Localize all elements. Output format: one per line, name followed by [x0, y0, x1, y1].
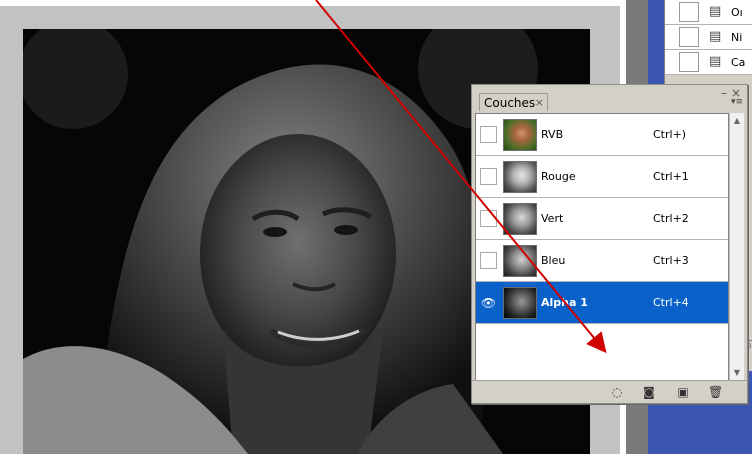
right-row-label: Ca: [731, 55, 746, 69]
channel-scrollbar[interactable]: ▲ ▼: [729, 113, 744, 381]
right-row-label: Ni: [731, 30, 743, 44]
channel-thumbnail: [503, 244, 537, 277]
channel-shortcut: Ctrl+): [653, 128, 687, 141]
mask-icon[interactable]: ◙: [642, 385, 656, 399]
channel-row-vert[interactable]: Vert Ctrl+2: [476, 198, 728, 240]
new-channel-icon[interactable]: ▣: [676, 385, 690, 399]
document-icon: ▤: [709, 54, 722, 69]
channel-list: RVB Ctrl+) Rouge Ctrl+1 Vert Ctrl+2 Bleu…: [475, 113, 729, 383]
trash-icon[interactable]: 🗑: [708, 385, 723, 399]
visibility-toggle[interactable]: [480, 126, 497, 143]
dotted-circle-icon[interactable]: ◌: [610, 385, 624, 399]
visibility-checkbox[interactable]: [679, 27, 699, 47]
visibility-checkbox[interactable]: [679, 52, 699, 72]
canvas-top-strip: [0, 0, 620, 6]
panel-menu-icon[interactable]: ▾≡: [731, 97, 743, 107]
channel-thumbnail: [503, 118, 537, 151]
channel-shortcut: Ctrl+4: [653, 296, 689, 309]
tab-label: Couches: [484, 96, 536, 110]
channel-thumbnail: [503, 160, 537, 193]
visibility-toggle[interactable]: [480, 168, 497, 185]
channels-footer: ◌ ◙ ▣ 🗑: [472, 380, 747, 403]
channel-row-alpha-1[interactable]: 👁 Alpha 1 Ctrl+4: [476, 282, 728, 324]
document-icon: ▤: [709, 4, 722, 19]
channel-thumbnail: [503, 286, 537, 319]
channel-name: Bleu: [541, 254, 566, 267]
channel-name: Rouge: [541, 170, 576, 183]
close-icon[interactable]: ×: [535, 94, 544, 112]
channel-shortcut: Ctrl+1: [653, 170, 689, 183]
eye-icon[interactable]: 👁: [480, 294, 497, 311]
channel-shortcut: Ctrl+3: [653, 254, 689, 267]
channel-thumbnail: [503, 202, 537, 235]
scroll-down-icon[interactable]: ▼: [730, 365, 744, 381]
channel-row-bleu[interactable]: Bleu Ctrl+3: [476, 240, 728, 282]
channels-panel: Couches × – × ▾≡ RVB Ctrl+) Rouge Ctrl+1: [471, 84, 748, 404]
collapse-icon[interactable]: –: [721, 86, 727, 100]
right-row-label: Oı: [731, 5, 743, 19]
visibility-toggle[interactable]: [480, 252, 497, 269]
channel-row-rouge[interactable]: Rouge Ctrl+1: [476, 156, 728, 198]
channel-shortcut: Ctrl+2: [653, 212, 689, 225]
visibility-checkbox[interactable]: [679, 2, 699, 22]
document-icon: ▤: [709, 29, 722, 44]
right-panel-row[interactable]: ▤ Ni: [665, 25, 752, 50]
workspace: ▤ Oı ▤ Ni ▤ Ca ⊖⊖ Couches × – × ▾≡: [0, 0, 752, 454]
channel-name: RVB: [541, 128, 564, 141]
channel-row-rvb[interactable]: RVB Ctrl+): [476, 114, 728, 156]
channel-name: Alpha 1: [541, 296, 588, 309]
right-panel-row[interactable]: ▤ Ca: [665, 50, 752, 75]
visibility-toggle[interactable]: [480, 210, 497, 227]
channel-name: Vert: [541, 212, 564, 225]
right-panel-row[interactable]: ▤ Oı: [665, 0, 752, 25]
tab-couches[interactable]: Couches ×: [479, 93, 548, 111]
scroll-up-icon[interactable]: ▲: [730, 113, 744, 129]
